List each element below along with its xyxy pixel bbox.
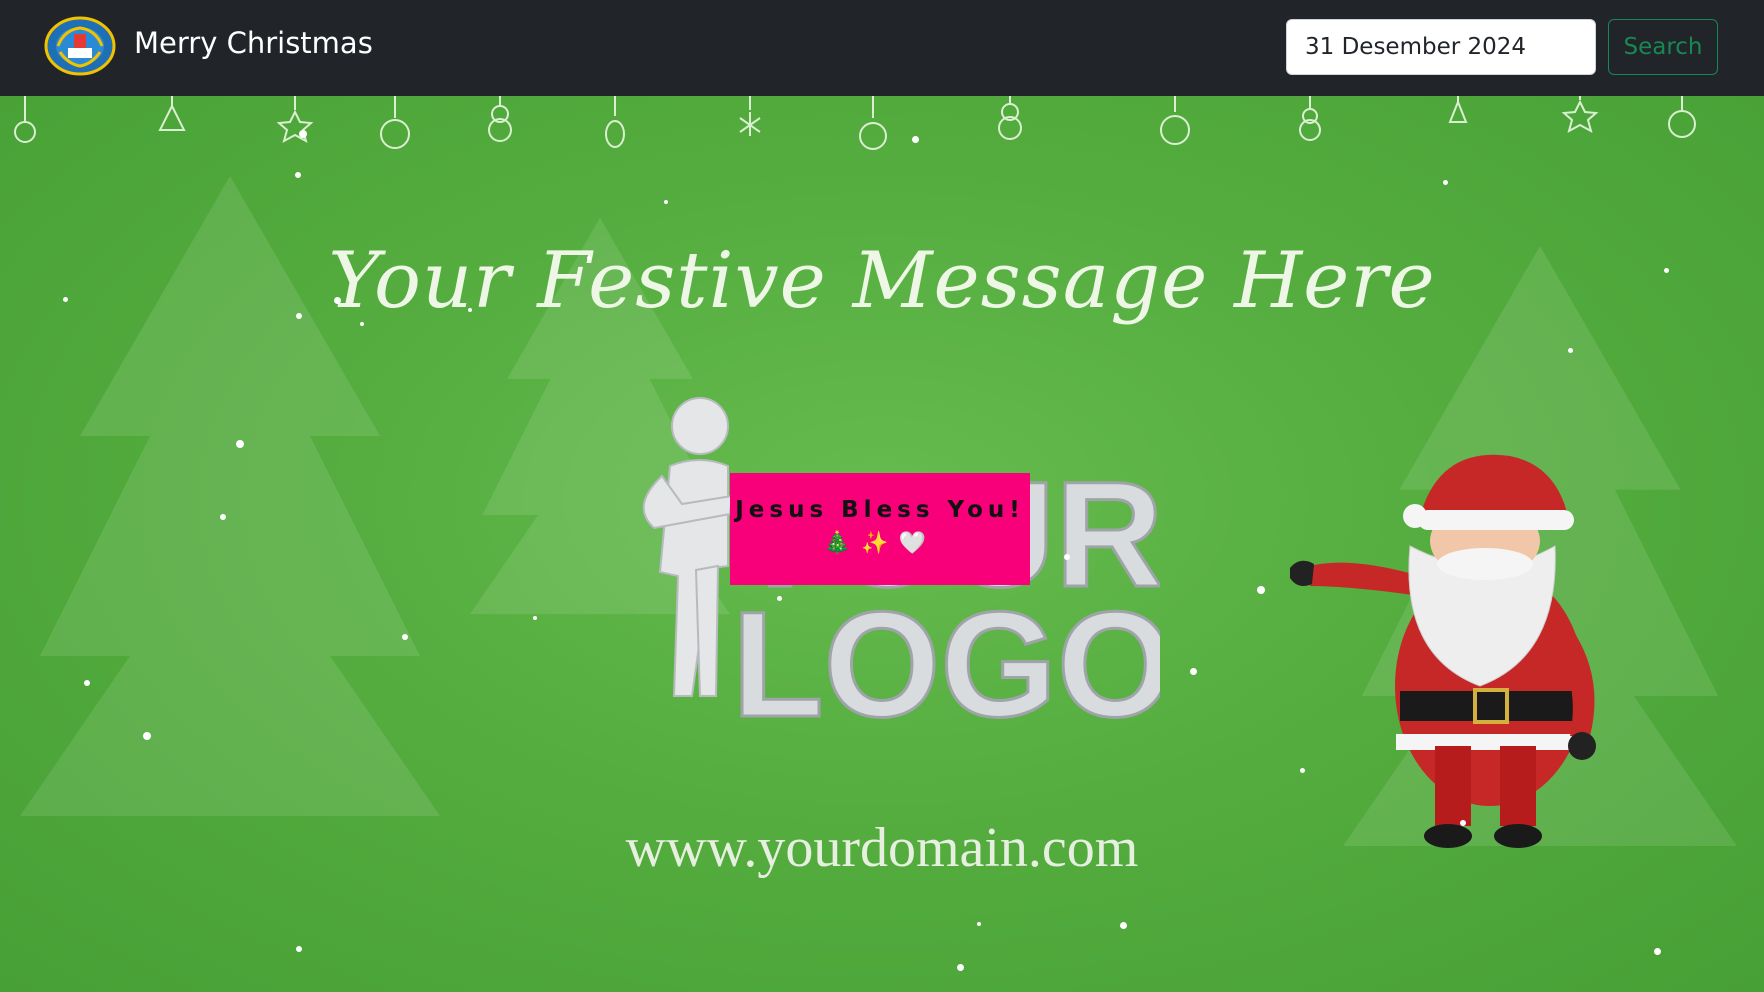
brand-title[interactable]: Merry Christmas [134,26,373,60]
christmas-banner: Your Festive Message Here YOUR LOGO www.… [0,96,1764,992]
snowflake [1460,820,1466,826]
snowflake [977,922,981,926]
snowflake [468,308,472,312]
festive-message: Your Festive Message Here [328,236,1436,326]
search-button[interactable]: Search [1608,19,1718,75]
snowflake [1064,554,1070,560]
snowflake [402,634,408,640]
blessing-text: Jesus Bless You! [735,497,1025,523]
snowflake [334,297,341,304]
snowflake [84,680,90,686]
hanging-ornaments-icon [14,96,1696,150]
snowflake [296,946,302,952]
snowflake [1654,948,1661,955]
school-logo-icon[interactable] [44,16,116,76]
snowflake [777,596,782,601]
snowflake [63,297,68,302]
snowflake [533,616,537,620]
snowflake [360,322,364,326]
snowflake [143,732,151,740]
snowflake [1568,348,1573,353]
snowflake [1300,768,1305,773]
search-input[interactable] [1286,19,1596,75]
snowflake [957,964,964,971]
snowflake [1443,180,1448,185]
santa-claus-icon [1290,454,1596,848]
snowflake [664,200,668,204]
logo-word-logo: LOGO [732,580,1160,748]
snowflake [587,256,591,260]
snowflake [296,313,302,319]
blessing-emojis: 🎄✨🤍 [823,531,937,556]
navbar: Merry Christmas Search [0,0,1764,96]
snowflake [220,514,226,520]
snowflake [299,130,307,138]
blessing-banner: Jesus Bless You! 🎄✨🤍 [730,473,1030,585]
snowflake [295,172,301,178]
snowflake [1120,922,1127,929]
snowflake [1257,586,1265,594]
snowflake [236,440,244,448]
snowflake [912,136,919,143]
snowflake [1664,268,1669,273]
snowflake [1190,668,1197,675]
your-logo-figure-icon: YOUR LOGO [642,397,1160,750]
